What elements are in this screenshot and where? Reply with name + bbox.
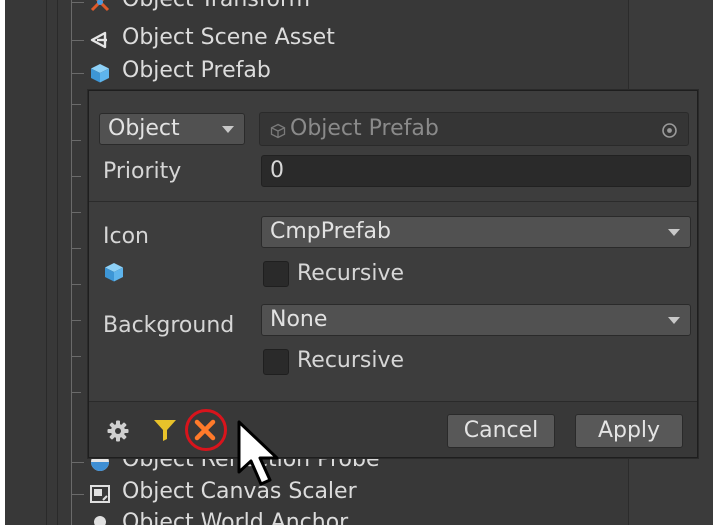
cancel-button[interactable]: Cancel — [447, 414, 555, 448]
mouse-cursor-icon — [237, 420, 279, 486]
tree-tick — [71, 356, 81, 357]
icon-dropdown[interactable]: CmpPrefab — [261, 216, 691, 248]
prefab-cube-icon — [91, 64, 109, 83]
tree-item-object-prefab[interactable]: Object Prefab — [5, 57, 625, 89]
tree-branch-line — [72, 494, 84, 495]
tree-item-object-transform[interactable]: Object Transform — [5, 0, 625, 18]
background-dropdown[interactable]: None — [261, 304, 691, 336]
object-reference-field[interactable]: Object Prefab — [259, 112, 689, 146]
gear-icon[interactable] — [107, 420, 129, 442]
background-recursive-label: Recursive — [297, 348, 405, 373]
tree-branch-line — [72, 73, 84, 74]
icon-rule-popup: Object Object Prefab Priority 0 Icon Cmp… — [88, 90, 698, 458]
tree-tick — [71, 284, 81, 285]
priority-field[interactable]: 0 — [261, 155, 691, 187]
prefab-outline-icon — [270, 123, 286, 139]
tree-tick — [71, 212, 81, 213]
world-anchor-icon — [94, 516, 106, 525]
hierarchy-panel: Object Transform Object Scene Asset Obje… — [5, 0, 713, 525]
scene-asset-icon — [90, 31, 107, 49]
priority-label: Priority — [103, 159, 182, 184]
tree-item-label: Object Transform — [122, 0, 310, 12]
tree-branch-line — [72, 2, 84, 3]
tree-tick — [71, 176, 81, 177]
icon-label: Icon — [103, 224, 149, 249]
section-divider — [89, 201, 697, 202]
cancel-button-label: Cancel — [463, 418, 539, 443]
icon-recursive-label: Recursive — [297, 261, 405, 286]
popup-footer: Cancel Apply — [89, 401, 697, 457]
chevron-down-icon — [668, 229, 680, 236]
apply-button[interactable]: Apply — [575, 414, 683, 448]
tree-tick — [71, 140, 81, 141]
chevron-down-icon — [668, 317, 680, 324]
tree-tick — [71, 392, 81, 393]
priority-value: 0 — [270, 158, 284, 183]
tree-item-label: Object Prefab — [122, 58, 271, 83]
background-label: Background — [103, 313, 235, 338]
tree-item-label: Object Scene Asset — [122, 25, 335, 50]
filter-icon[interactable] — [153, 418, 177, 442]
background-dropdown-value: None — [270, 307, 328, 332]
tree-tick — [71, 320, 81, 321]
chevron-down-icon — [222, 126, 234, 133]
tree-tick — [71, 104, 81, 105]
tree-branch-line — [72, 40, 84, 41]
icon-dropdown-value: CmpPrefab — [270, 219, 391, 244]
highlight-circle — [185, 409, 227, 451]
tree-item-object-canvas-scaler[interactable]: Object Canvas Scaler — [5, 478, 625, 510]
prefab-cube-icon — [105, 263, 123, 282]
background-recursive-checkbox[interactable] — [263, 349, 289, 375]
tree-item-object-scene-asset[interactable]: Object Scene Asset — [5, 24, 625, 56]
icon-recursive-checkbox[interactable] — [263, 261, 289, 287]
tree-tick — [71, 248, 81, 249]
tree-item-object-world-anchor[interactable]: Object World Anchor — [5, 509, 625, 525]
type-dropdown-value: Object — [108, 116, 180, 141]
type-dropdown[interactable]: Object — [99, 113, 245, 145]
transform-icon — [90, 0, 110, 12]
tree-branch-line — [72, 462, 84, 463]
canvas-scaler-icon — [90, 485, 110, 503]
object-field-value: Object Prefab — [290, 116, 439, 141]
object-picker-icon[interactable] — [661, 122, 678, 139]
apply-button-label: Apply — [597, 418, 661, 443]
tree-item-label: Object World Anchor — [122, 510, 349, 525]
